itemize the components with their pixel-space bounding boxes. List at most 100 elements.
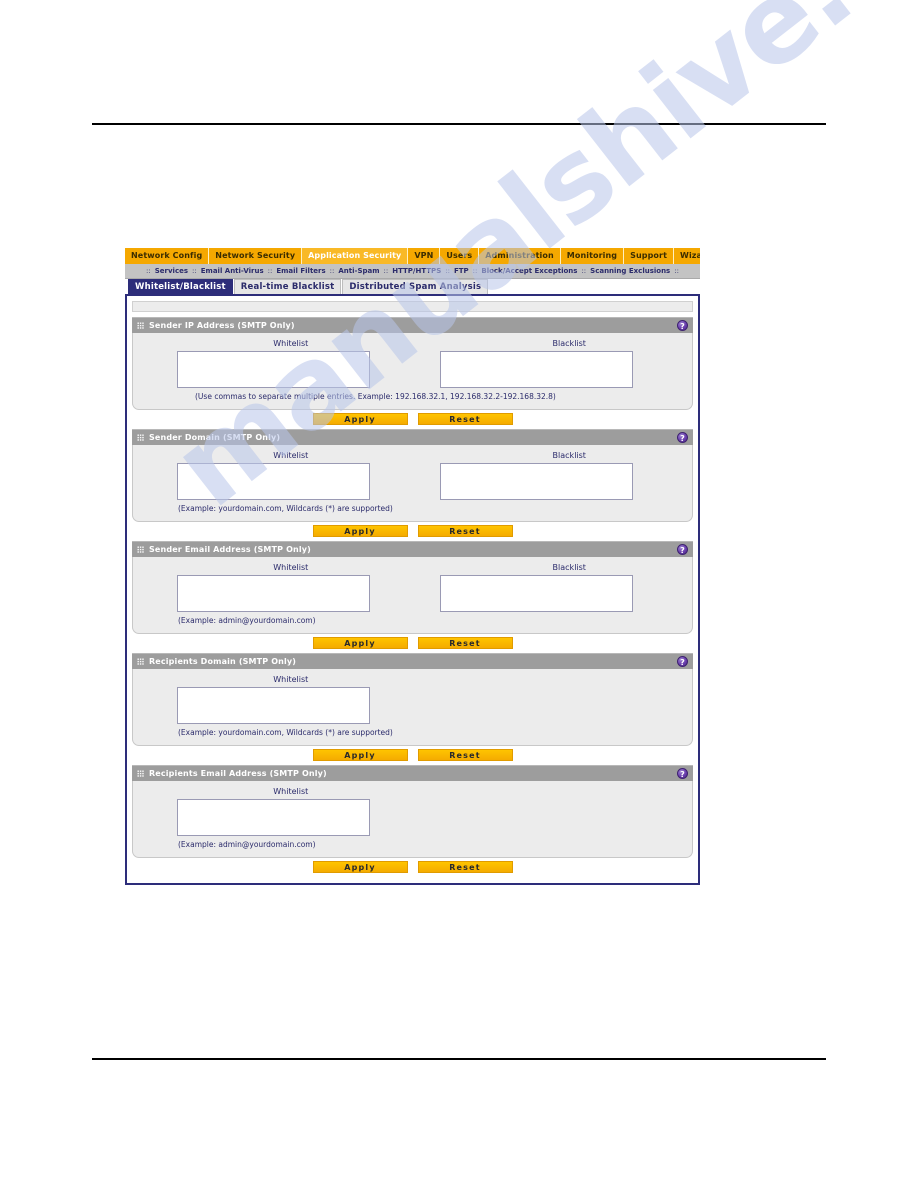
help-icon[interactable]: ? [677, 656, 688, 667]
apply-button[interactable]: Apply [312, 637, 408, 649]
grid-handle-icon [137, 770, 144, 777]
section-title: Recipients Email Address (SMTP Only) [149, 769, 327, 778]
reset-button[interactable]: Reset [417, 413, 513, 425]
grid-handle-icon [137, 434, 144, 441]
tab-distributed-spam-analysis[interactable]: Distributed Spam Analysis [342, 279, 489, 294]
field-row: Whitelist Blacklist [133, 451, 692, 500]
nav-item-users[interactable]: Users [440, 248, 480, 264]
whitelist-column: Whitelist [147, 675, 413, 724]
help-icon[interactable]: ? [677, 544, 688, 555]
tab-real-time-blacklist[interactable]: Real-time Blacklist [233, 279, 342, 294]
nav-sub-separator: :: [581, 267, 587, 275]
primary-navigation[interactable]: Network Config Network Security Applicatio… [125, 247, 700, 264]
apply-button[interactable]: Apply [312, 861, 408, 873]
nav-sub-item-services[interactable]: Services [153, 264, 190, 278]
whitelist-label: Whitelist [273, 339, 309, 348]
section-title: Sender Domain (SMTP Only) [149, 433, 281, 442]
help-icon[interactable]: ? [677, 432, 688, 443]
section-header-recipients-email-address-smtp-only: Recipients Email Address (SMTP Only)? [132, 765, 693, 781]
reset-button[interactable]: Reset [417, 749, 513, 761]
grid-handle-icon [137, 658, 144, 665]
reset-button[interactable]: Reset [417, 525, 513, 537]
whitelist-column: Whitelist [147, 563, 413, 612]
field-row: Whitelist [133, 675, 692, 724]
tab-strip[interactable]: Whitelist/Blacklist Real-time Blacklist Di… [125, 279, 700, 294]
section-header-recipients-domain-smtp-only: Recipients Domain (SMTP Only)? [132, 653, 693, 669]
nav-item-network-security[interactable]: Network Security [209, 248, 303, 264]
whitelist-textarea[interactable] [177, 351, 370, 388]
help-icon[interactable]: ? [677, 320, 688, 331]
blacklist-column: Blacklist [413, 339, 679, 388]
field-row: Whitelist [133, 787, 692, 836]
help-icon[interactable]: ? [677, 768, 688, 779]
button-row-recipients-domain-smtp-only: Apply Reset [132, 746, 693, 765]
blacklist-textarea[interactable] [439, 351, 633, 388]
section-body-recipients-domain-smtp-only: Whitelist (Example: yourdomain.com, Wildc… [132, 669, 693, 746]
section-body-sender-email-address-smtp-only: Whitelist Blacklist (Example: admin@yourdo… [132, 557, 693, 634]
nav-sub-item-anti-spam[interactable]: Anti-Spam [336, 264, 381, 278]
whitelist-label: Whitelist [273, 451, 309, 460]
reset-button[interactable]: Reset [417, 861, 513, 873]
whitelist-textarea[interactable] [177, 799, 370, 836]
page-bottom-rule [92, 1058, 826, 1060]
field-row: Whitelist Blacklist [133, 339, 692, 388]
nav-sub-separator: :: [445, 267, 450, 275]
whitelist-textarea[interactable] [177, 687, 370, 724]
section-title: Sender IP Address (SMTP Only) [149, 321, 295, 330]
sections-container: Sender IP Address (SMTP Only)? Whitelist B… [132, 317, 693, 877]
reset-button[interactable]: Reset [417, 637, 513, 649]
apply-button[interactable]: Apply [312, 525, 408, 537]
blacklist-column [413, 787, 679, 836]
blacklist-label: Blacklist [552, 451, 586, 460]
nav-sub-item-ftp[interactable]: FTP [452, 264, 471, 278]
section-recipients-email-address-smtp-only: Recipients Email Address (SMTP Only)? Whi… [132, 765, 693, 877]
nav-sub-separator: :: [472, 267, 478, 275]
button-row-sender-email-address-smtp-only: Apply Reset [132, 634, 693, 653]
apply-button[interactable]: Apply [312, 749, 408, 761]
nav-item-network-config[interactable]: Network Config [125, 248, 210, 264]
whitelist-column: Whitelist [147, 339, 413, 388]
nav-item-wizards[interactable]: Wizards [674, 248, 700, 264]
apply-button[interactable]: Apply [312, 413, 408, 425]
button-row-sender-domain-smtp-only: Apply Reset [132, 522, 693, 541]
nav-sub-item-http-https[interactable]: HTTP/HTTPS [390, 264, 443, 278]
nav-sub-separator: :: [329, 267, 335, 275]
whitelist-textarea[interactable] [177, 463, 370, 500]
nav-sub-separator: :: [674, 267, 679, 275]
section-header-sender-ip-address-smtp-only: Sender IP Address (SMTP Only)? [132, 317, 693, 333]
appliance-ui-screenshot: Network Config Network Security Applicatio… [125, 247, 700, 885]
section-sender-ip-address-smtp-only: Sender IP Address (SMTP Only)? Whitelist B… [132, 317, 693, 429]
field-hint: (Example: yourdomain.com, Wildcards (*) … [178, 504, 393, 513]
blacklist-label: Blacklist [552, 563, 586, 572]
nav-sub-item-block-accept-exceptions[interactable]: Block/Accept Exceptions [479, 264, 579, 278]
blacklist-column [413, 675, 679, 724]
section-header-sender-email-address-smtp-only: Sender Email Address (SMTP Only)? [132, 541, 693, 557]
blacklist-column: Blacklist [413, 563, 679, 612]
grid-handle-icon [137, 546, 144, 553]
blacklist-textarea[interactable] [439, 463, 633, 500]
nav-item-application-security[interactable]: Application Security [302, 248, 409, 264]
nav-sub-separator: :: [146, 267, 151, 275]
nav-sub-item-email-filters[interactable]: Email Filters [274, 264, 327, 278]
field-hint: (Example: admin@yourdomain.com) [178, 840, 316, 849]
section-title: Recipients Domain (SMTP Only) [149, 657, 297, 666]
nav-sub-item-scanning-exclusions[interactable]: Scanning Exclusions [588, 264, 672, 278]
tab-whitelist-blacklist[interactable]: Whitelist/Blacklist [128, 279, 233, 294]
page-top-rule [92, 123, 826, 125]
nav-item-support[interactable]: Support [624, 248, 675, 264]
field-row: Whitelist Blacklist [133, 563, 692, 612]
nav-item-monitoring[interactable]: Monitoring [561, 248, 625, 264]
blacklist-textarea[interactable] [439, 575, 633, 612]
whitelist-column: Whitelist [147, 451, 413, 500]
whitelist-column: Whitelist [147, 787, 413, 836]
section-body-sender-domain-smtp-only: Whitelist Blacklist (Example: yourdomain.c… [132, 445, 693, 522]
nav-sub-separator: :: [192, 267, 197, 275]
nav-item-vpn[interactable]: VPN [408, 248, 441, 264]
nav-sub-item-email-anti-virus[interactable]: Email Anti-Virus [199, 264, 266, 278]
nav-sub-separator: :: [383, 267, 389, 275]
field-hint: (Example: admin@yourdomain.com) [178, 616, 316, 625]
whitelist-textarea[interactable] [177, 575, 370, 612]
nav-item-administration[interactable]: Administration [479, 248, 561, 264]
secondary-navigation[interactable]: :: Services:: Email Anti-Virus:: Email Filt… [125, 264, 700, 279]
panel-top-spacer [132, 301, 693, 312]
